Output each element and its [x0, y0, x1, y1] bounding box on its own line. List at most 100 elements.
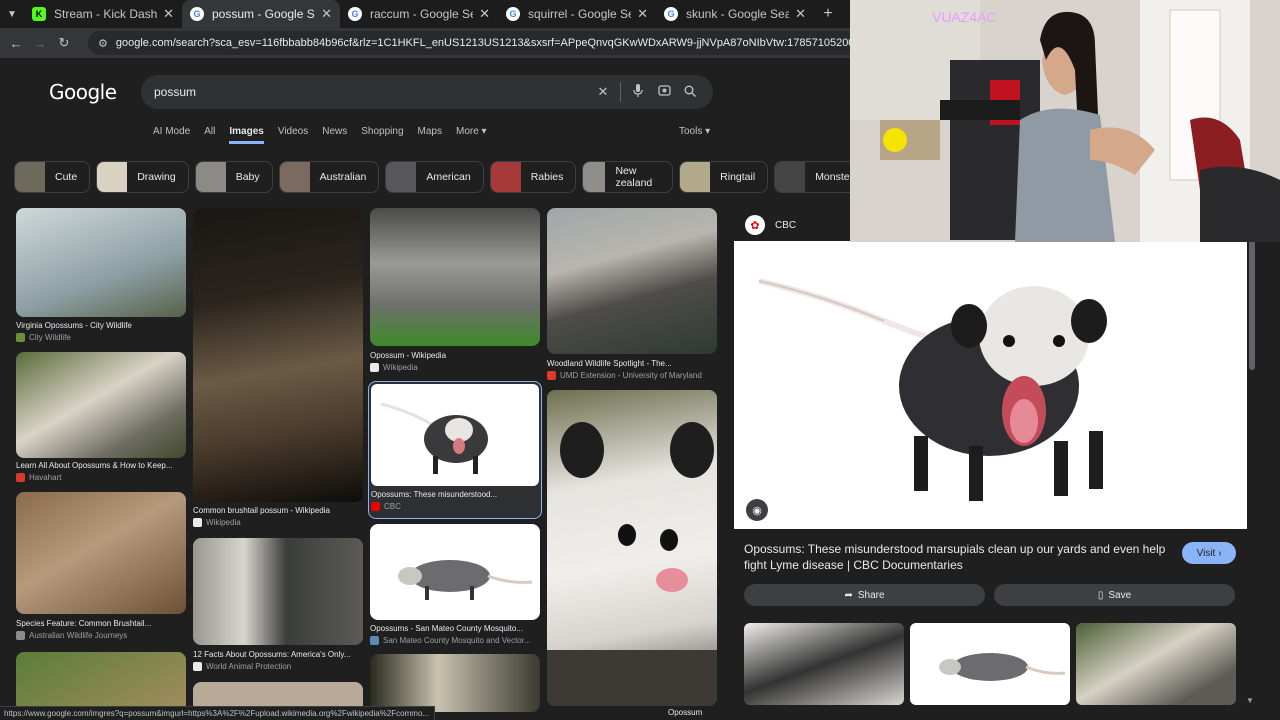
result-source[interactable]: City Wildlife — [16, 333, 186, 342]
related-image[interactable] — [910, 623, 1070, 705]
result-image[interactable] — [16, 492, 186, 614]
result-source[interactable]: Wikipedia — [193, 518, 363, 527]
back-icon[interactable]: ← — [4, 36, 28, 51]
chip-drawing[interactable]: Drawing — [96, 161, 189, 193]
chip-american[interactable]: American — [385, 161, 484, 193]
reload-icon[interactable]: ↻ — [52, 35, 76, 51]
source-name: Australian Wildlife Journeys — [29, 631, 128, 640]
tab-raccum[interactable]: G raccum - Google Search ✕ — [340, 0, 498, 28]
share-button[interactable]: ➦ Share — [744, 584, 985, 606]
tools-button[interactable]: Tools ▾ — [679, 126, 710, 137]
share-label: Share — [857, 589, 885, 601]
result-image[interactable] — [16, 352, 186, 458]
new-tab-button[interactable]: + — [814, 5, 842, 23]
tab-ai-mode[interactable]: AI Mode — [153, 126, 190, 144]
result-caption[interactable]: Learn All About Opossums & How to Keep..… — [16, 461, 186, 470]
close-icon[interactable]: ✕ — [637, 6, 648, 22]
result-image[interactable] — [16, 208, 186, 317]
close-icon[interactable]: ✕ — [479, 6, 490, 22]
chip-thumbnail — [195, 162, 226, 192]
save-button[interactable]: ▯ Save — [994, 584, 1235, 606]
result-source[interactable]: World Animal Protection — [193, 662, 363, 671]
tab-skunk[interactable]: G skunk - Google Search ✕ — [656, 0, 814, 28]
preview-source[interactable]: ✿ CBC — [745, 215, 796, 235]
source-icon — [193, 662, 202, 671]
lens-icon[interactable]: ◉ — [746, 499, 768, 521]
result-image[interactable] — [16, 652, 186, 712]
result-image[interactable] — [370, 208, 540, 346]
tab-shopping[interactable]: Shopping — [361, 126, 403, 144]
google-logo[interactable]: Google — [49, 80, 117, 104]
tab-all[interactable]: All — [204, 126, 215, 144]
scrollbar[interactable] — [1249, 240, 1255, 370]
result-caption[interactable]: Opossums - San Mateo County Mosquito... — [370, 624, 540, 633]
result-caption[interactable]: Common brushtail possum - Wikipedia — [193, 506, 363, 515]
search-icon[interactable] — [677, 85, 703, 100]
url-field[interactable]: ⚙ google.com/search?sca_esv=116fbbabb84b… — [88, 31, 850, 55]
result-image[interactable] — [370, 524, 540, 620]
close-icon[interactable]: ✕ — [321, 6, 332, 22]
close-icon[interactable]: ✕ — [795, 6, 806, 22]
result-source[interactable]: UMD Extension - University of Maryland — [547, 371, 717, 380]
result-source[interactable]: Havahart — [16, 473, 186, 482]
chip-ringtail[interactable]: Ringtail — [679, 161, 769, 193]
tab-images[interactable]: Images — [229, 126, 264, 144]
result-image[interactable] — [193, 538, 363, 645]
google-icon: G — [348, 7, 362, 21]
chip-label: Baby — [235, 171, 260, 183]
related-image[interactable] — [1076, 623, 1236, 705]
chip-cute[interactable]: Cute — [14, 161, 91, 193]
close-icon[interactable]: ✕ — [163, 6, 174, 22]
related-image[interactable] — [744, 623, 904, 705]
search-box[interactable]: possum ✕ — [141, 75, 713, 109]
forward-icon[interactable]: → — [28, 36, 52, 51]
google-results-page: Google possum ✕ AI Mode All Images Video… — [0, 58, 867, 720]
preview-title[interactable]: Opossums: These misunderstood marsupials… — [744, 541, 1174, 573]
tab-squirrel[interactable]: G squirrel - Google Search ✕ — [498, 0, 656, 28]
result-image[interactable] — [193, 208, 363, 502]
tab-news[interactable]: News — [322, 126, 347, 144]
bookmark-icon: ▯ — [1097, 589, 1104, 601]
site-info-icon[interactable]: ⚙ — [98, 37, 108, 50]
cbc-icon — [371, 502, 380, 511]
result-caption[interactable]: Virginia Opossums - City Wildlife — [16, 321, 186, 330]
source-name: UMD Extension - University of Maryland — [560, 371, 702, 380]
tab-maps[interactable]: Maps — [418, 126, 442, 144]
result-selected[interactable]: Opossums: These misunderstood... CBC — [368, 381, 542, 519]
clear-icon[interactable]: ✕ — [590, 84, 616, 100]
chip-new-zealand[interactable]: New zealand — [582, 161, 674, 193]
scroll-down-icon[interactable]: ▼ — [1246, 696, 1254, 705]
tab-possum[interactable]: G possum - Google Search ✕ — [182, 0, 340, 28]
result-source[interactable]: San Mateo County Mosquito and Vector... — [370, 636, 540, 645]
result-caption[interactable]: Woodland Wildlife Spotlight - The... — [547, 359, 717, 368]
tab-more[interactable]: More ▾ — [456, 126, 487, 144]
chip-label: Rabies — [530, 171, 564, 183]
result-caption[interactable]: Opossum - Wikipedia — [370, 351, 540, 360]
result-source[interactable]: Australian Wildlife Journeys — [16, 631, 186, 640]
preview-image[interactable]: ◉ — [734, 241, 1247, 529]
tab-videos[interactable]: Videos — [278, 126, 308, 144]
chip-baby[interactable]: Baby — [194, 161, 273, 193]
camera-lens-icon[interactable] — [651, 84, 677, 100]
result-image[interactable] — [547, 208, 717, 354]
search-input[interactable]: possum — [154, 85, 590, 99]
opossum-face-image — [547, 422, 717, 706]
source-icon — [16, 473, 25, 482]
result-caption[interactable]: Species Feature: Common Brushtail... — [16, 619, 186, 628]
result-image[interactable] — [547, 390, 717, 706]
tab-search-icon[interactable]: ▼ — [0, 0, 24, 28]
google-icon: G — [664, 7, 678, 21]
result-image — [371, 384, 539, 486]
result-source[interactable]: Wikipedia — [370, 363, 540, 372]
image-preview-panel: ✿ CBC ◉ Opossums: These misunderstood ma… — [733, 207, 1249, 705]
chip-rabies[interactable]: Rabies — [489, 161, 577, 193]
chip-australian[interactable]: Australian — [278, 161, 380, 193]
google-icon: G — [506, 7, 520, 21]
result-image[interactable] — [370, 654, 540, 712]
screen: ▼ K Stream - Kick Dashboard ✕ G possum -… — [0, 0, 1280, 720]
microphone-icon[interactable] — [625, 84, 651, 100]
source-icon — [370, 636, 379, 645]
tab-kick[interactable]: K Stream - Kick Dashboard ✕ — [24, 0, 182, 28]
result-caption[interactable]: 12 Facts About Opossums: America's Only.… — [193, 650, 363, 659]
visit-button[interactable]: Visit › — [1182, 542, 1236, 564]
